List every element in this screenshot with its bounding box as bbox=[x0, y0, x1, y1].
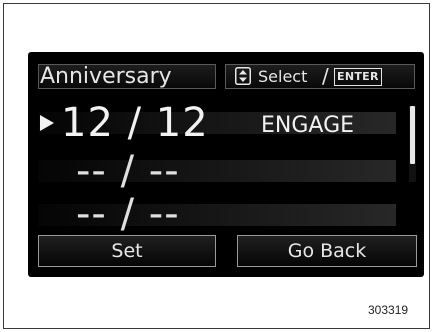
anniversary-row-1-label[interactable]: ENGAGE bbox=[261, 112, 354, 140]
page-title: Anniversary bbox=[40, 64, 172, 89]
cursor-arrow-icon bbox=[40, 115, 54, 131]
anniversary-row-1-date[interactable]: 12 / 12 bbox=[61, 103, 209, 143]
hint-separator: / bbox=[322, 64, 329, 88]
anniversary-row-2-date[interactable]: -- / -- bbox=[76, 151, 180, 191]
display-screen: Anniversary Select / ENTER 12 / 12 ENGAG… bbox=[28, 52, 424, 277]
set-button[interactable]: Set bbox=[38, 235, 216, 267]
select-hint-box bbox=[225, 64, 415, 89]
select-label: Select bbox=[258, 67, 308, 86]
figure-number: 303319 bbox=[368, 303, 409, 317]
updown-arrows-icon bbox=[235, 67, 251, 85]
go-back-button[interactable]: Go Back bbox=[237, 235, 417, 267]
scrollbar-thumb[interactable] bbox=[410, 106, 415, 164]
anniversary-row-3-date[interactable]: -- / -- bbox=[76, 194, 180, 234]
enter-key-icon: ENTER bbox=[334, 68, 382, 86]
